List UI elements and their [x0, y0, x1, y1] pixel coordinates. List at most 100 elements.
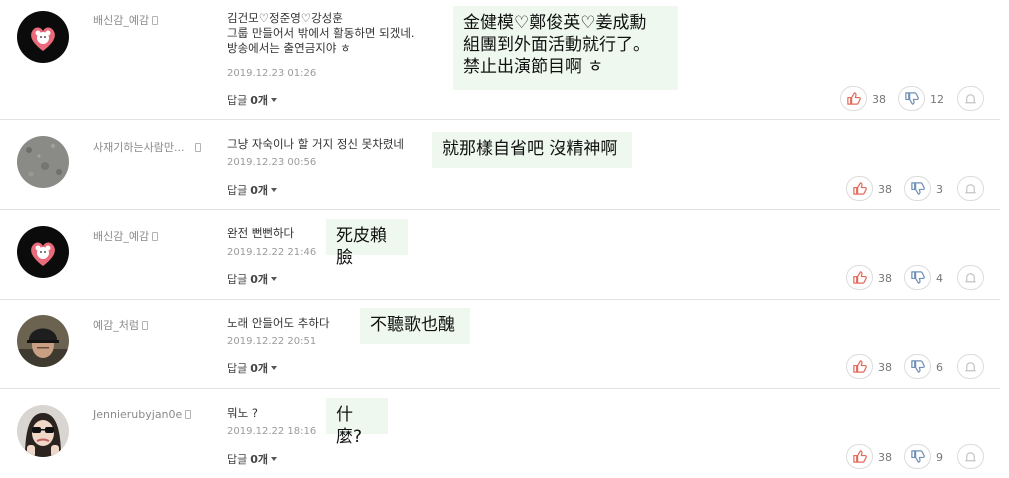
heart-bear-avatar-icon — [17, 11, 69, 63]
report-button[interactable] — [957, 86, 984, 111]
dislike-button[interactable] — [904, 176, 931, 201]
reply-label: 답글 — [227, 362, 248, 375]
comment-item: 배신감_예감 완전 뻔뻔하다 2019.12.22 21:46 답글 0개 死皮… — [0, 210, 1009, 299]
dislike-button[interactable] — [904, 354, 931, 379]
mobile-icon — [195, 142, 202, 152]
dislike-button[interactable] — [898, 86, 925, 111]
thumbs-up-icon — [853, 182, 867, 195]
comment-item: 예감_처럼 노래 안들어도 추하다 2019.12.22 20:51 답글 0개… — [0, 300, 1009, 388]
thumbs-down-icon — [911, 271, 925, 284]
heart-bear-avatar-icon — [17, 226, 69, 278]
like-count: 38 — [878, 361, 892, 374]
thumbs-up-icon — [853, 271, 867, 284]
username-text[interactable]: 배신감_예감 — [93, 12, 149, 28]
username-text[interactable]: 배신감_예감 — [93, 228, 149, 244]
caret-down-icon — [271, 277, 278, 281]
mobile-icon — [152, 15, 159, 25]
dislike-button[interactable] — [904, 265, 931, 290]
comment-text: 김건모♡정준영♡강성훈 그룹 만들어서 밖에서 활동하면 되겠네. 방송에서는 … — [227, 11, 415, 55]
mobile-icon — [141, 320, 148, 330]
dislike-count: 4 — [936, 272, 943, 285]
like-button[interactable] — [846, 176, 873, 201]
comment-username[interactable]: 배신감_예감 — [93, 228, 159, 244]
reply-toggle-button[interactable]: 답글 0개 — [227, 451, 278, 467]
report-button[interactable] — [957, 265, 984, 290]
reply-toggle-button[interactable]: 답글 0개 — [227, 271, 278, 287]
like-button[interactable] — [846, 354, 873, 379]
mobile-icon — [152, 231, 159, 241]
dislike-button[interactable] — [904, 444, 931, 469]
comment-date: 2019.12.23 00:56 — [227, 157, 317, 168]
woman-sunglasses-avatar-icon — [17, 405, 69, 457]
reply-label: 답글 — [227, 184, 248, 197]
avatar[interactable] — [17, 315, 69, 367]
siren-icon — [965, 273, 976, 283]
caret-down-icon — [271, 366, 278, 370]
siren-icon — [965, 184, 976, 194]
siren-icon — [965, 94, 976, 104]
reply-toggle-button[interactable]: 답글 0개 — [227, 360, 278, 376]
siren-icon — [965, 452, 976, 462]
translation-box: 不聽歌也醜 — [360, 308, 470, 344]
dislike-count: 6 — [936, 361, 943, 374]
dislike-count: 9 — [936, 451, 943, 464]
gray-texture-avatar-icon — [17, 136, 69, 188]
like-count: 38 — [878, 183, 892, 196]
like-count: 38 — [878, 451, 892, 464]
comment-item: 사재기하는사람만... 그냥 자숙이나 할 거지 정신 못차렸네 2019.12… — [0, 120, 1009, 209]
reply-label: 답글 — [227, 453, 248, 466]
mobile-icon — [185, 410, 192, 419]
comment-date: 2019.12.22 21:46 — [227, 247, 317, 258]
caret-down-icon — [271, 98, 278, 102]
reply-count: 0개 — [250, 273, 269, 286]
avatar[interactable] — [17, 226, 69, 278]
like-button[interactable] — [840, 86, 867, 111]
translation-box: 什麼? — [326, 398, 388, 447]
comment-date: 2019.12.22 18:16 — [227, 426, 317, 437]
reply-toggle-button[interactable]: 답글 0개 — [227, 92, 278, 108]
report-button[interactable] — [957, 176, 984, 201]
like-count: 38 — [872, 93, 886, 106]
report-button[interactable] — [957, 354, 984, 379]
caret-down-icon — [271, 188, 278, 192]
reply-toggle-button[interactable]: 답글 0개 — [227, 182, 278, 198]
comment-text: 완전 뻔뻔하다 — [227, 226, 295, 240]
reply-label: 답글 — [227, 94, 248, 107]
comment-username[interactable]: 예감_처럼 — [93, 317, 148, 333]
username-text[interactable]: 사재기하는사람만... — [93, 139, 184, 155]
comment-item: 배신감_예감 김건모♡정준영♡강성훈 그룹 만들어서 밖에서 활동하면 되겠네.… — [0, 0, 1009, 119]
thumbs-down-icon — [905, 92, 919, 105]
thumbs-down-icon — [911, 360, 925, 373]
like-button[interactable] — [846, 265, 873, 290]
caret-down-icon — [271, 457, 278, 461]
report-button[interactable] — [957, 444, 984, 469]
like-count: 38 — [878, 272, 892, 285]
comment-text: 뭐노 ? — [227, 406, 258, 420]
reply-count: 0개 — [250, 453, 269, 466]
thumbs-down-icon — [911, 182, 925, 195]
avatar[interactable] — [17, 11, 69, 63]
man-cap-avatar-icon — [17, 315, 69, 367]
avatar[interactable] — [17, 405, 69, 457]
comment-username[interactable]: 배신감_예감 — [93, 12, 159, 28]
like-button[interactable] — [846, 444, 873, 469]
thumbs-up-icon — [853, 450, 867, 463]
comment-date: 2019.12.22 20:51 — [227, 336, 317, 347]
translation-box: 金健模♡鄭俊英♡姜成勳 組團到外面活動就行了。 禁止出演節目啊 ㅎ — [453, 6, 678, 90]
comment-username[interactable]: Jennierubyjan0e — [93, 408, 192, 421]
comment-text: 그냥 자숙이나 할 거지 정신 못차렸네 — [227, 137, 404, 151]
thumbs-up-icon — [853, 360, 867, 373]
comment-item: Jennierubyjan0e 뭐노 ? 2019.12.22 18:16 답글… — [0, 389, 1009, 478]
username-text[interactable]: 예감_처럼 — [93, 317, 139, 333]
siren-icon — [965, 362, 976, 372]
reply-count: 0개 — [250, 362, 269, 375]
avatar[interactable] — [17, 136, 69, 188]
dislike-count: 12 — [930, 93, 944, 106]
username-text[interactable]: Jennierubyjan0e — [93, 408, 182, 421]
translation-box: 死皮賴臉 — [326, 219, 408, 268]
dislike-count: 3 — [936, 183, 943, 196]
thumbs-down-icon — [911, 450, 925, 463]
comment-username[interactable]: 사재기하는사람만... — [93, 139, 202, 155]
reply-count: 0개 — [250, 184, 269, 197]
thumbs-up-icon — [847, 92, 861, 105]
